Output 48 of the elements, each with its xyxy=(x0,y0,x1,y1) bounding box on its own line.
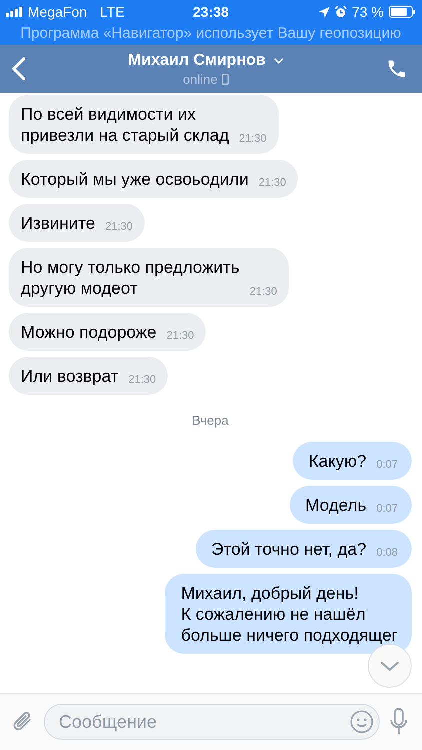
carrier-name: MegaFon xyxy=(28,4,88,20)
message-time: 0:07 xyxy=(376,458,398,472)
battery-icon xyxy=(389,6,416,18)
message-text: Какую? xyxy=(308,451,367,472)
back-icon[interactable] xyxy=(12,57,26,81)
message-time: 21:30 xyxy=(128,373,156,387)
chevron-down-icon[interactable] xyxy=(274,58,284,64)
message-bubble[interactable]: Извините 21:30 xyxy=(9,204,146,242)
message-bubble[interactable]: Михаил, добрый день! К сожалению не нашёл больше ничего подходящег xyxy=(165,574,412,654)
message-time: 21:30 xyxy=(258,176,286,190)
message-text: Этой точно нет, да? xyxy=(212,539,367,560)
message-text: Модель xyxy=(306,495,367,516)
message-bubble[interactable]: По всей видимости их привезли на старый склад 21:30 xyxy=(9,95,279,154)
message-text: Но могу только предложить другую модеот xyxy=(21,257,240,299)
message-text: По всей видимости их привезли на старый склад xyxy=(21,104,230,146)
message-text: Можно подороже xyxy=(21,322,157,343)
phone-device-icon xyxy=(222,74,229,84)
battery-percent: 73 % xyxy=(352,4,384,20)
contact-name[interactable]: Михаил Смирнов xyxy=(128,52,266,70)
message-bubble[interactable]: Модель 0:07 xyxy=(290,486,412,524)
smiley-icon[interactable] xyxy=(350,710,374,734)
date-separator: Вчера xyxy=(192,413,229,428)
message-text: Михаил, добрый день! К сожалению не нашёл больше ничего подходящег xyxy=(181,583,398,646)
message-bubble[interactable]: Или возврат 21:30 xyxy=(9,357,168,395)
message-text: Который мы уже освоьодили xyxy=(21,169,249,190)
message-text: Извините xyxy=(21,213,96,234)
online-status: online xyxy=(183,72,218,86)
message-time: 21:30 xyxy=(166,329,194,343)
message-time: 0:08 xyxy=(376,546,398,560)
message-bubble[interactable]: Который мы уже освоьодили 21:30 xyxy=(9,160,298,198)
network-type: LTE xyxy=(100,4,125,20)
message-bubble[interactable]: Какую? 0:07 xyxy=(292,442,412,480)
message-time: 21:30 xyxy=(105,220,134,234)
message-text: Или возврат xyxy=(21,366,119,387)
signal-icon xyxy=(6,7,23,17)
clock-time: 23:38 xyxy=(193,4,229,20)
message-bubble[interactable]: Можно подороже 21:30 xyxy=(9,313,206,351)
message-bubble[interactable]: Этой точно нет, да? 0:08 xyxy=(196,530,412,568)
scroll-down-button[interactable] xyxy=(368,644,412,688)
phone-icon[interactable] xyxy=(386,58,408,80)
message-time: 21:30 xyxy=(250,285,278,299)
message-time: 21:30 xyxy=(239,132,267,146)
alarm-clock-icon xyxy=(335,6,348,18)
location-arrow-icon xyxy=(319,6,330,18)
message-input[interactable]: Сообщение xyxy=(44,704,380,740)
message-bubble[interactable]: Но могу только предложить другую модеот 21:30 xyxy=(9,248,290,307)
message-time: 0:07 xyxy=(376,502,398,516)
microphone-icon[interactable] xyxy=(390,708,408,736)
